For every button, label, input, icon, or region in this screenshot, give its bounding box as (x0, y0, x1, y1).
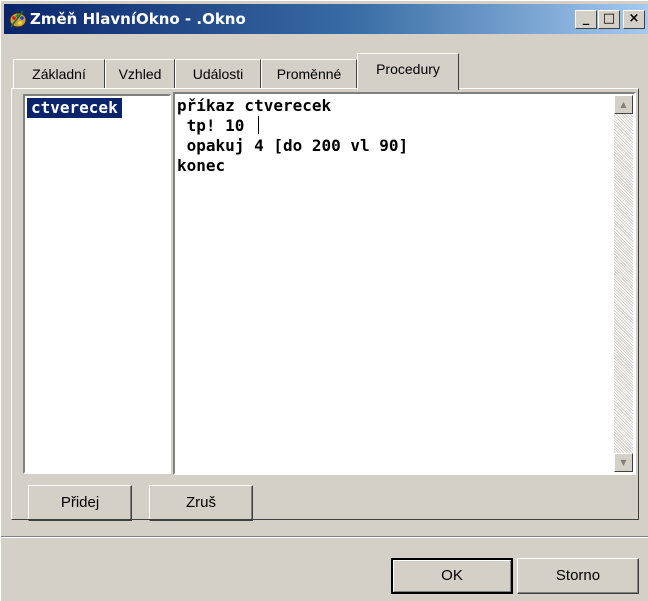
minimize-button[interactable]: _ (575, 10, 597, 29)
maximize-button[interactable]: □ (598, 10, 620, 29)
paint-palette-icon (9, 10, 27, 28)
tab-procedury[interactable]: Procedury (357, 53, 459, 90)
tab-promenne[interactable]: Proměnné (261, 59, 357, 89)
cancel-button[interactable]: Storno (517, 558, 639, 594)
maximize-icon: □ (602, 11, 616, 26)
close-button[interactable]: × (623, 10, 645, 29)
close-icon: × (628, 11, 640, 26)
tab-udalosti[interactable]: Události (175, 59, 261, 89)
ok-button[interactable]: OK (391, 558, 513, 594)
dialog-window: Změň HlavníOkno - .Okno _ □ × Základní V… (0, 0, 648, 601)
title-bar[interactable]: Změň HlavníOkno - .Okno _ □ × (4, 4, 648, 34)
window-title: Změň HlavníOkno - .Okno (30, 10, 246, 28)
divider (1, 536, 648, 538)
tab-vzhled[interactable]: Vzhled (105, 59, 175, 89)
tab-zakladni[interactable]: Základní (13, 59, 105, 89)
minimize-icon: _ (582, 11, 590, 26)
tab-panel-procedury (11, 88, 639, 520)
